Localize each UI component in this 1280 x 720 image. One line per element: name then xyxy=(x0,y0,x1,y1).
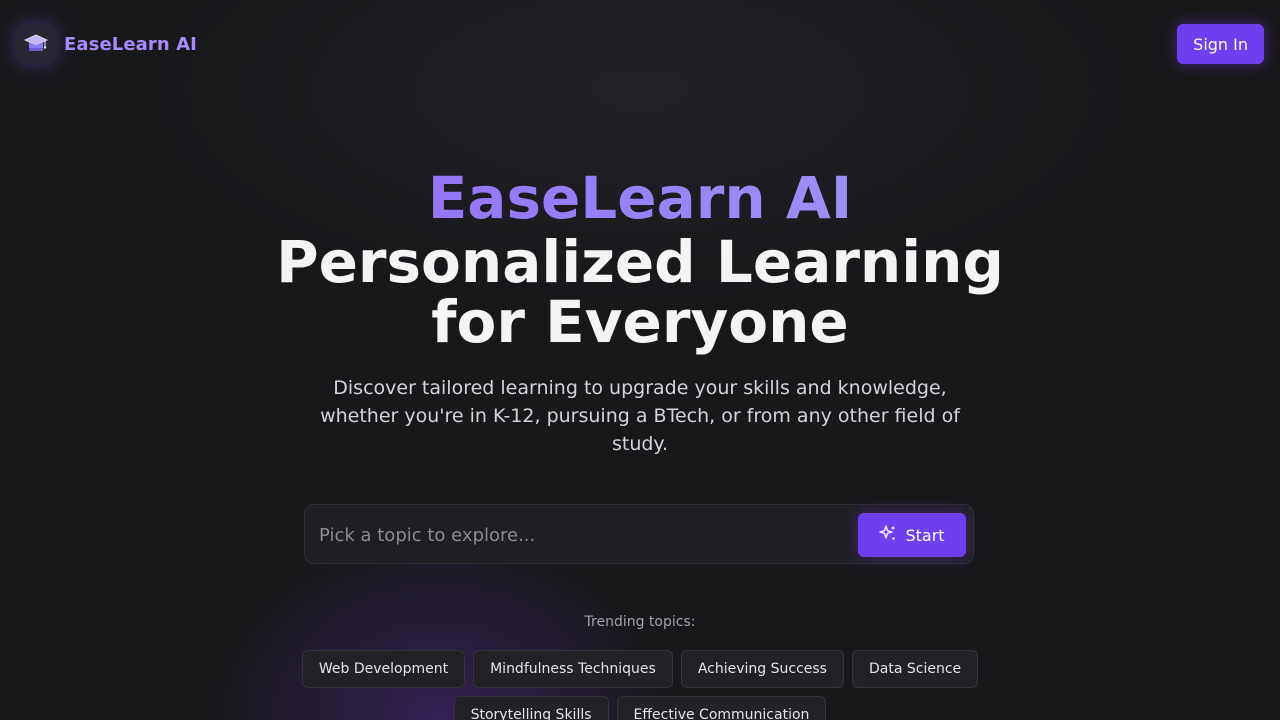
trending-topics-label: Trending topics: xyxy=(584,614,696,630)
sparkles-icon xyxy=(879,524,897,546)
start-button-label: Start xyxy=(905,525,945,545)
topic-chip-storytelling-skills[interactable]: Storytelling Skills xyxy=(453,696,609,720)
graduation-cap-icon xyxy=(16,24,56,64)
hero-title: Personalized Learning for Everyone xyxy=(276,228,1004,356)
header: EaseLearn AI Sign In xyxy=(0,0,1280,88)
topic-search-bar: Start xyxy=(304,504,974,564)
hero-subtitle: Discover tailored learning to upgrade yo… xyxy=(320,377,960,455)
brand-name: EaseLearn AI xyxy=(64,33,197,55)
page: EaseLearn AI Sign In EaseLearn AI Person… xyxy=(0,0,1280,720)
topic-chip-achieving-success[interactable]: Achieving Success xyxy=(680,650,844,688)
topic-chip-web-development[interactable]: Web Development xyxy=(301,650,466,688)
brand-link[interactable]: EaseLearn AI xyxy=(16,24,197,64)
hero-section: EaseLearn AI Personalized Learning for E… xyxy=(0,164,1280,458)
sign-in-button[interactable]: Sign In xyxy=(1177,24,1264,64)
topic-search-input[interactable] xyxy=(317,513,851,557)
topic-chip-effective-communication[interactable]: Effective Communication xyxy=(616,696,827,720)
trending-topics-list: Web Development Mindfulness Techniques A… xyxy=(240,650,1040,720)
topic-chip-mindfulness-techniques[interactable]: Mindfulness Techniques xyxy=(473,650,673,688)
topic-chip-data-science[interactable]: Data Science xyxy=(851,650,979,688)
start-button[interactable]: Start xyxy=(858,513,966,557)
hero-brand-heading: EaseLearn AI xyxy=(0,164,1280,232)
